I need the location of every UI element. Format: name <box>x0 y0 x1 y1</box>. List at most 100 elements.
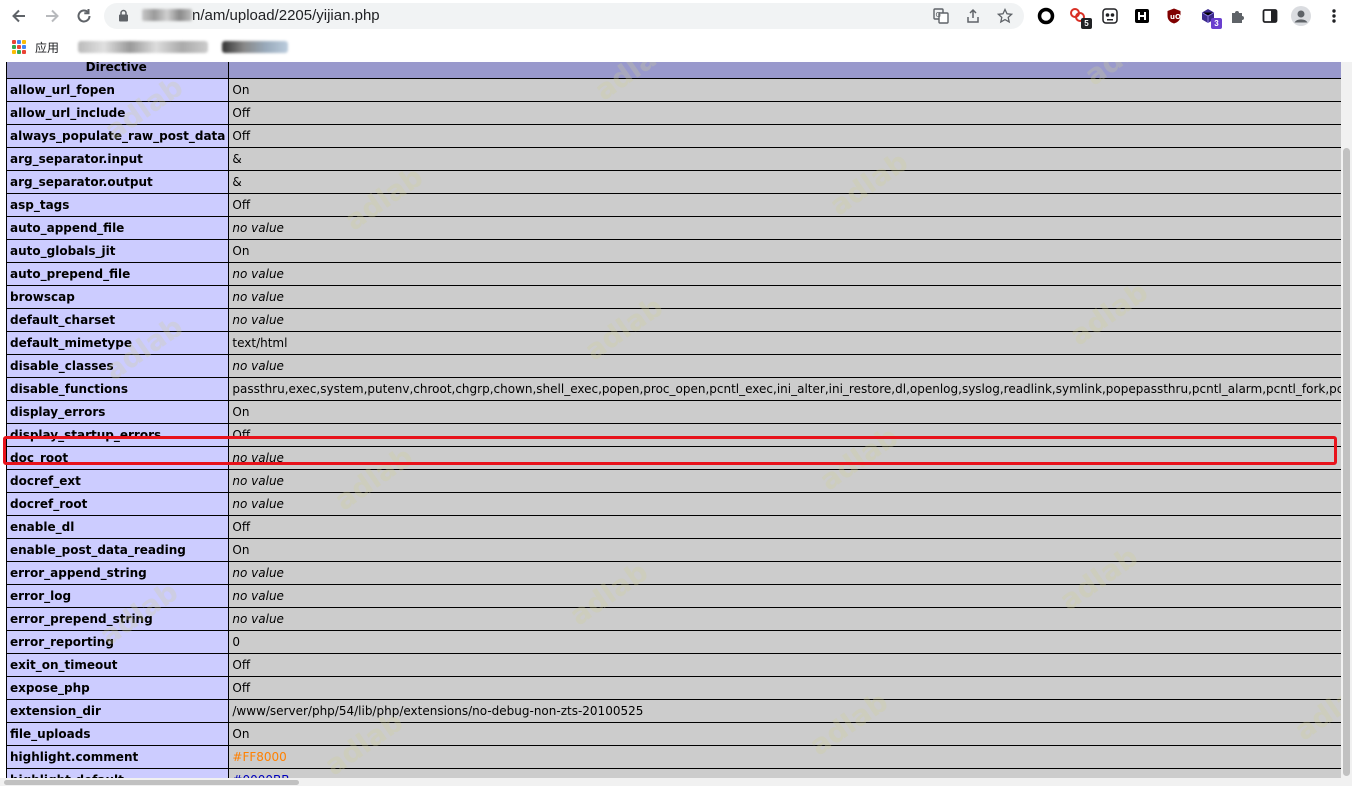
horizontal-scrollbar[interactable] <box>0 778 1341 786</box>
table-row: error_reporting 0 <box>5 630 1341 654</box>
table-row: auto_prepend_file no value <box>5 262 1341 286</box>
bookmarks-bar: 应用 <box>0 32 1352 62</box>
browser-menu-button[interactable] <box>1322 4 1346 28</box>
reload-button[interactable] <box>72 4 96 28</box>
vertical-scroll-thumb[interactable] <box>1343 148 1350 776</box>
directive-value-text: no value <box>232 313 284 327</box>
directive-value: no value <box>228 561 1341 585</box>
extension-1-button[interactable] <box>1034 4 1058 28</box>
table-header-row: Directive <box>5 62 1341 79</box>
table-row: display_startup_errors Off <box>5 423 1341 447</box>
share-icon <box>967 8 979 23</box>
table-row: enable_post_data_reading On <box>5 538 1341 562</box>
directive-value: no value <box>228 285 1341 309</box>
table-row: default_charset no value <box>5 308 1341 332</box>
directive-value-text: #FF8000 <box>232 750 287 764</box>
directive-name: expose_php <box>5 676 230 700</box>
directive-value: On <box>228 538 1341 562</box>
directive-value-text: Off <box>232 658 251 672</box>
table-row: arg_separator.input & <box>5 147 1341 171</box>
horizontal-scroll-thumb[interactable] <box>4 780 299 785</box>
directive-value-text: Off <box>232 520 251 534</box>
translate-icon: G <box>933 8 949 24</box>
table-row: expose_php Off <box>5 676 1341 700</box>
extension-4-button[interactable] <box>1130 4 1154 28</box>
table-row: doc_root no value <box>5 446 1341 470</box>
directive-name: auto_append_file <box>5 216 230 240</box>
table-row: error_prepend_string no value <box>5 607 1341 631</box>
arrow-right-icon <box>46 9 59 23</box>
table-row: exit_on_timeout Off <box>5 653 1341 677</box>
directive-name: doc_root <box>5 446 230 470</box>
directive-value: text/html <box>228 331 1341 355</box>
apps-label[interactable]: 应用 <box>35 39 59 56</box>
directive-value: no value <box>228 584 1341 608</box>
directive-value-text: On <box>232 244 250 258</box>
directive-name: exit_on_timeout <box>5 653 230 677</box>
directive-name: error_prepend_string <box>5 607 230 631</box>
directive-value-text: no value <box>232 474 284 488</box>
table-row: enable_dl Off <box>5 515 1341 539</box>
extension-6-button[interactable]: 3 <box>1196 4 1222 29</box>
arrow-left-icon <box>12 9 25 23</box>
directive-value: no value <box>228 607 1341 631</box>
directive-name: default_charset <box>5 308 230 332</box>
directive-name: error_reporting <box>5 630 230 654</box>
vertical-scrollbar[interactable] <box>1341 62 1352 786</box>
directive-value-text: no value <box>232 566 284 580</box>
value-header <box>228 62 1341 79</box>
address-bar[interactable]: n/am/upload/2205/yijian.php G <box>104 3 1024 29</box>
directive-value-text: /www/server/php/54/lib/php/extensions/no… <box>232 704 644 718</box>
back-button[interactable] <box>7 4 31 28</box>
directive-value-text: no value <box>232 221 284 235</box>
extension-3-button[interactable] <box>1098 4 1122 28</box>
share-button[interactable] <box>964 7 982 25</box>
directive-value: Off <box>228 653 1341 677</box>
extension-5-button[interactable]: uO <box>1162 4 1186 28</box>
directive-name: auto_prepend_file <box>5 262 230 286</box>
extension-2-button[interactable]: 5 <box>1066 4 1092 29</box>
bookmark-item-blurred-2[interactable] <box>222 41 288 53</box>
h-icon <box>1135 9 1149 23</box>
directive-value: & <box>228 170 1341 194</box>
bookmark-item-blurred-1[interactable] <box>78 41 208 53</box>
directive-name: asp_tags <box>5 193 230 217</box>
apps-grid-icon[interactable] <box>12 40 26 54</box>
directive-name: arg_separator.input <box>5 147 230 171</box>
directive-name: allow_url_include <box>5 101 230 125</box>
directive-name: disable_classes <box>5 354 230 378</box>
directive-value-text: Off <box>232 681 251 695</box>
bookmark-star-button[interactable] <box>996 7 1014 25</box>
table-row: error_append_string no value <box>5 561 1341 585</box>
svg-text:G: G <box>936 11 941 19</box>
table-row: default_mimetype text/html <box>5 331 1341 355</box>
directive-name: display_errors <box>5 400 230 424</box>
directive-value-text: no value <box>232 497 284 511</box>
table-row: auto_append_file no value <box>5 216 1341 240</box>
directive-value-text: no value <box>232 359 284 373</box>
directive-name: enable_dl <box>5 515 230 539</box>
directive-value: On <box>228 239 1341 263</box>
directive-value: /www/server/php/54/lib/php/extensions/no… <box>228 699 1341 723</box>
profile-button[interactable] <box>1289 4 1313 28</box>
puzzle-icon <box>1232 11 1244 23</box>
directive-value: no value <box>228 446 1341 470</box>
browser-toolbar: n/am/upload/2205/yijian.php G 5 uO 3 <box>0 0 1352 32</box>
forward-button[interactable] <box>40 4 64 28</box>
side-panel-icon <box>1262 9 1278 23</box>
table-row: asp_tags Off <box>5 193 1341 217</box>
directive-value: no value <box>228 469 1341 493</box>
table-row: allow_url_include Off <box>5 101 1341 125</box>
url-text: n/am/upload/2205/yijian.php <box>142 7 380 24</box>
side-panel-button[interactable] <box>1258 4 1282 28</box>
directive-value: Off <box>228 676 1341 700</box>
extensions-menu-button[interactable] <box>1226 4 1250 28</box>
directive-name: docref_ext <box>5 469 230 493</box>
table-row: disable_classes no value <box>5 354 1341 378</box>
directive-header: Directive <box>5 62 230 79</box>
directive-name: error_log <box>5 584 230 608</box>
directive-name: allow_url_fopen <box>5 78 230 102</box>
avatar-icon <box>1291 6 1311 26</box>
translate-button[interactable]: G <box>932 7 950 25</box>
directive-value: 0 <box>228 630 1341 654</box>
